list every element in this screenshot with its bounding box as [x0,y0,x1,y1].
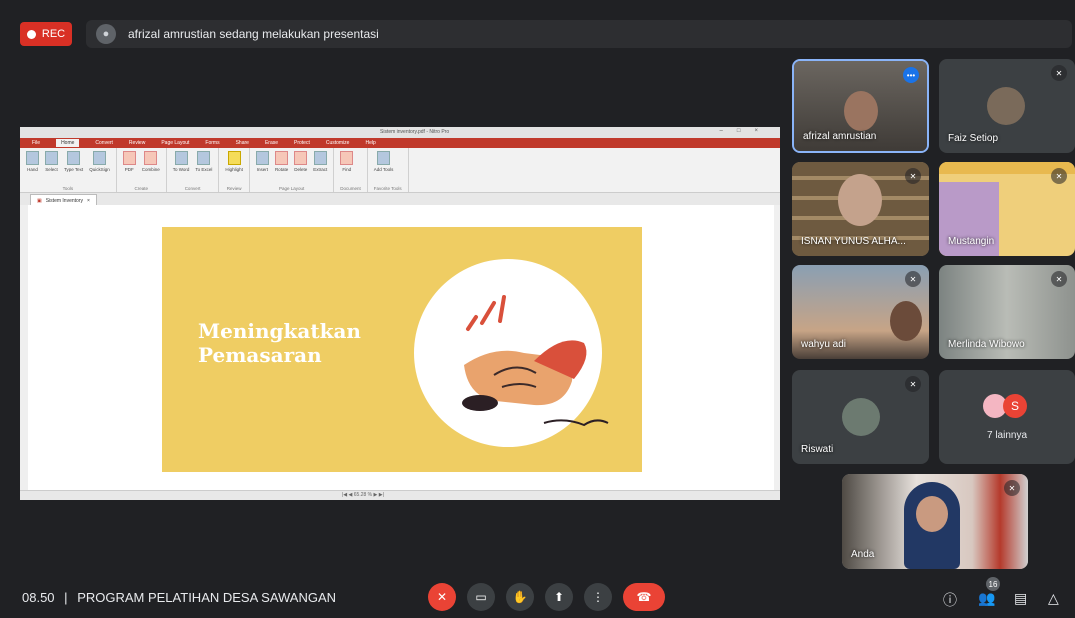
pdf-icon: ▣ [37,197,42,204]
participant-tile-others[interactable]: S 7 lainnya [939,370,1075,464]
ribbon-group-page-layout: Insert Rotate Delete Extract Page Layout [250,148,335,192]
ribbon-pdf[interactable]: PDF [122,151,136,172]
mic-off-icon: ✕ [1051,168,1067,184]
participant-tile-mustangin[interactable]: ✕ Mustangin [939,162,1075,256]
shared-screen: Sistem inventory.pdf - Nitro Pro –□× Fil… [20,127,780,500]
participant-video-face [844,91,878,131]
present-screen-button[interactable]: ⬆ [545,583,573,611]
more-options-icon[interactable]: ••• [903,67,919,83]
close-tab-icon[interactable]: × [87,198,90,204]
rec-label: REC [41,28,66,40]
menu-help[interactable]: Help [365,140,375,146]
meeting-name: PROGRAM PELATIHAN DESA SAWANGAN [77,590,337,605]
participant-tile-merlinda[interactable]: ✕ Merlinda Wibowo [939,265,1075,359]
presenting-text: afrizal amrustian sedang melakukan prese… [128,27,379,41]
mic-off-icon: ✕ [905,168,921,184]
ribbon-highlight[interactable]: Highlight [225,151,243,172]
chat-icon[interactable]: ▤ [1014,590,1027,607]
slide-title: Meningkatkan Pemasaran [198,319,361,367]
ribbon-select[interactable]: Select [45,151,58,172]
ribbon-insert[interactable]: Insert [255,151,269,172]
ribbon-to-word[interactable]: To Word [173,151,189,172]
ribbon-group-convert: To Word To Excel Convert [167,148,220,192]
app-window-title: Sistem inventory.pdf - Nitro Pro [380,129,450,135]
menu-file[interactable]: File [32,140,40,146]
participants-count-badge: 16 [986,577,1000,591]
ribbon-extract[interactable]: Extract [313,151,327,172]
app-status-bar: |◀ ◀ 65.28 % ▶ ▶| [20,490,780,500]
ribbon-combine[interactable]: Combine [142,151,160,172]
app-menu-bar: File Home Convert Review Page Layout For… [20,138,780,148]
menu-convert[interactable]: Convert [95,140,113,146]
participant-tile-isnan[interactable]: ✕ ISNAN YUNUS ALHA... [792,162,929,256]
ribbon-quicksign[interactable]: QuickSign [89,151,110,172]
presenter-avatar: ● [96,24,116,44]
mic-toggle-button[interactable]: ✕ [428,583,456,611]
menu-review[interactable]: Review [129,140,145,146]
presentation-banner: ● afrizal amrustian sedang melakukan pre… [86,20,1072,48]
mic-off-icon: ✕ [905,271,921,287]
mic-off-icon: ✕ [1051,271,1067,287]
clock-time: 08.50 [22,590,55,605]
avatar [842,398,880,436]
participant-tile-wahyu[interactable]: ✕ wahyu adi [792,265,929,359]
meeting-details-icon[interactable]: ⓘ [943,590,957,610]
menu-page-layout[interactable]: Page Layout [161,140,189,146]
ribbon-group-review: Highlight Review [219,148,250,192]
camera-toggle-button[interactable]: ▭ [467,583,495,611]
activities-icon[interactable]: △ [1048,590,1059,607]
window-controls: –□× [719,128,772,134]
end-call-button[interactable]: ☎ [623,583,665,611]
ribbon-hand[interactable]: Hand [26,151,39,172]
menu-share[interactable]: Share [236,140,249,146]
record-dot-icon [26,29,36,39]
ribbon-group-tools: Hand Select Type Text QuickSign Tools [20,148,117,192]
ribbon-delete[interactable]: Delete [294,151,307,172]
ribbon-group-favorite-tools: Add Tools Favorite Tools [368,148,409,192]
participant-tile-self[interactable]: ✕ Anda [842,474,1028,569]
meeting-info: 08.50 | PROGRAM PELATIHAN DESA SAWANGAN [22,590,337,605]
mic-off-icon: ✕ [905,376,921,392]
participant-tile-afrizal[interactable]: ••• afrizal amrustian [792,59,929,153]
menu-customize[interactable]: Customize [326,140,350,146]
ribbon-find[interactable]: Find [340,151,354,172]
ribbon-group-create: PDF Combine Create [117,148,167,192]
ribbon-to-excel[interactable]: To Excel [195,151,212,172]
avatar [987,87,1025,125]
participant-video-face [890,301,922,341]
mic-off-icon: ✕ [1004,480,1020,496]
people-icon[interactable]: 👥 [978,590,995,607]
ribbon-add-tools[interactable]: Add Tools [374,151,393,172]
participant-tile-riswati[interactable]: ✕ Riswati [792,370,929,464]
participant-video-face [838,174,882,226]
raise-hand-button[interactable]: ✋ [506,583,534,611]
app-ribbon: Hand Select Type Text QuickSign Tools PD… [20,148,780,193]
recording-indicator: REC [20,22,72,46]
menu-forms[interactable]: Forms [205,140,219,146]
menu-protect[interactable]: Protect [294,140,310,146]
ribbon-type-text[interactable]: Type Text [64,151,83,172]
handshake-illustration [462,295,609,427]
app-title-bar: Sistem inventory.pdf - Nitro Pro –□× [20,127,780,138]
menu-erase[interactable]: Erase [265,140,278,146]
mic-off-icon: ✕ [1051,65,1067,81]
ribbon-rotate[interactable]: Rotate [275,151,288,172]
ribbon-group-document: Find Document [334,148,368,192]
participant-tile-faiz[interactable]: ✕ Faiz Setiop [939,59,1075,153]
others-count: 7 lainnya [986,430,1028,441]
avatar: S [1003,394,1027,418]
menu-home[interactable]: Home [56,139,80,147]
vertical-scrollbar[interactable] [774,205,780,490]
more-options-button[interactable]: ⋮ [584,583,612,611]
page-nav[interactable]: |◀ ◀ 65.28 % ▶ ▶| [342,492,384,498]
presentation-slide: Meningkatkan Pemasaran [162,227,642,472]
